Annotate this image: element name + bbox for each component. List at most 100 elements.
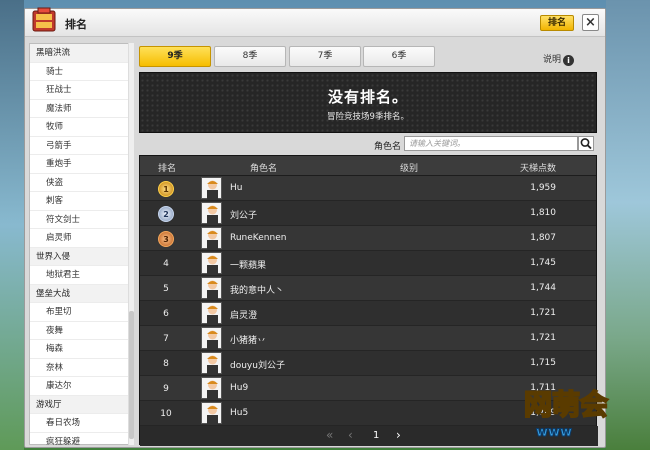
sidebar-item[interactable]: 梅森 (30, 340, 132, 359)
search-icon (580, 138, 592, 150)
character-name: Hu (230, 183, 243, 193)
table-row[interactable]: 5 我的意中人丶 1,744 (140, 276, 596, 301)
tab-season-9[interactable]: 9季 (139, 46, 211, 67)
avatar (201, 227, 222, 250)
character-name: 启灵澄 (230, 311, 258, 321)
sidebar-item[interactable]: 牧师 (30, 118, 132, 137)
table-row[interactable]: 1 Hu 1,959 (140, 176, 596, 201)
rank-number: 9 (163, 384, 169, 394)
next-page-icon[interactable]: › (396, 428, 401, 442)
help-label: 说明 (543, 55, 562, 65)
avatar (201, 302, 222, 325)
site-logo: 网萌会 www (520, 382, 640, 442)
ladder-score: 1,715 (530, 358, 556, 368)
sidebar-item[interactable]: 弓箭手 (30, 137, 132, 155)
sidebar-item[interactable]: 春日农场 (30, 414, 132, 433)
rank-number: 10 (160, 409, 172, 419)
character-name: RuneKennen (230, 233, 287, 243)
table-row[interactable]: 7 小猪猪丷 1,721 (140, 326, 596, 351)
sidebar-item[interactable]: 重炮手 (30, 155, 132, 174)
character-name: 小猪猪丷 (230, 336, 267, 346)
rank-number: 5 (163, 284, 169, 294)
ranking-shelf-icon (29, 5, 59, 35)
current-page[interactable]: 1 (373, 430, 379, 441)
prev-page-icon[interactable]: ‹ (348, 428, 353, 442)
ladder-score: 1,807 (530, 233, 556, 243)
sidebar-item[interactable]: 侠盗 (30, 174, 132, 192)
sidebar-item[interactable]: 游戏厅 (30, 395, 132, 414)
ladder-score: 1,959 (530, 183, 556, 193)
ladder-score: 1,745 (530, 258, 556, 268)
sidebar-item[interactable]: 夜舞 (30, 322, 132, 340)
sidebar-item[interactable]: 魔法师 (30, 100, 132, 118)
ladder-score: 1,810 (530, 208, 556, 218)
sidebar-item[interactable]: 黑暗洪流 (30, 44, 132, 63)
tab-season-7[interactable]: 7季 (289, 46, 361, 67)
sidebar-item[interactable]: 启灵师 (30, 229, 132, 248)
sidebar-item[interactable]: 刺客 (30, 192, 132, 211)
header-rank: 排名 (158, 164, 177, 174)
banner-title: 没有排名。 (327, 88, 408, 106)
ladder-score: 1,744 (530, 283, 556, 293)
background-left (0, 0, 24, 450)
table-row[interactable]: 6 启灵澄 1,721 (140, 301, 596, 326)
sidebar-item[interactable]: 狂战士 (30, 81, 132, 100)
character-name: Hu9 (230, 383, 249, 393)
rank-number: 6 (163, 309, 169, 319)
header-name: 角色名 (250, 164, 278, 174)
character-name: 刘公子 (230, 211, 258, 221)
search-input[interactable] (404, 136, 578, 151)
search-button[interactable] (578, 136, 594, 151)
help-link[interactable]: 说明 i (543, 52, 575, 66)
tab-season-8[interactable]: 8季 (214, 46, 286, 67)
ranking-button[interactable]: 排名 (540, 15, 574, 31)
avatar (201, 252, 222, 275)
avatar (201, 202, 222, 225)
rank-medal-icon: 3 (158, 231, 174, 247)
sidebar-item[interactable]: 康达尔 (30, 377, 132, 396)
avatar (201, 177, 222, 200)
tab-season-6[interactable]: 6季 (363, 46, 435, 67)
ladder-score: 1,721 (530, 333, 556, 343)
table-header: 排名 角色名 级别 天梯点数 (140, 156, 596, 176)
search-label: 角色名 (374, 142, 402, 152)
table-row[interactable]: 8 douyu刘公子 1,715 (140, 351, 596, 376)
first-page-icon[interactable]: « (326, 428, 333, 442)
character-name: douyu刘公子 (230, 361, 285, 371)
header-level: 级别 (400, 164, 419, 174)
titlebar: 排名 排名 × (25, 7, 605, 37)
sidebar-scroll-thumb[interactable] (129, 311, 134, 439)
table-row[interactable]: 4 一颗蘋果 1,745 (140, 251, 596, 276)
avatar (201, 327, 222, 350)
rank-number: 4 (163, 259, 169, 269)
table-row[interactable]: 2 刘公子 1,810 (140, 201, 596, 226)
character-name: 一颗蘋果 (230, 261, 267, 271)
ranking-window: 排名 排名 × 黑暗洪流 骑士 狂战士 魔法师 牧师 弓箭手 重炮手 侠盗 刺客 符文剑士 启灵师世… (24, 7, 606, 448)
avatar (201, 352, 222, 375)
banner-subtitle: 冒险竞技场9季排名。 (327, 112, 409, 122)
sidebar-item[interactable]: 骑士 (30, 63, 132, 81)
category-sidebar: 黑暗洪流 骑士 狂战士 魔法师 牧师 弓箭手 重炮手 侠盗 刺客 符文剑士 启灵师 世界入侵 地狱君主堡… (29, 43, 133, 447)
svg-text:网萌会: 网萌会 (524, 388, 608, 421)
character-name: 我的意中人丶 (230, 286, 285, 296)
sidebar-scrollbar[interactable] (128, 43, 134, 445)
avatar (201, 377, 222, 400)
close-button[interactable]: × (582, 14, 599, 31)
avatar (201, 402, 222, 425)
sidebar-item[interactable]: 奈林 (30, 359, 132, 377)
info-icon: i (563, 55, 575, 66)
close-icon: × (585, 15, 596, 30)
sidebar-item[interactable]: 疯狂躲避 (30, 433, 132, 450)
svg-text:www: www (536, 425, 572, 440)
no-ranking-banner: 没有排名。 冒险竞技场9季排名。 (139, 72, 597, 133)
table-row[interactable]: 3 RuneKennen 1,807 (140, 226, 596, 251)
sidebar-item[interactable]: 堡垒大战 (30, 284, 132, 303)
window-title: 排名 (65, 18, 87, 31)
sidebar-item[interactable]: 布里切 (30, 303, 132, 322)
sidebar-item[interactable]: 世界入侵 (30, 247, 132, 266)
search-bar: 角色名 (139, 133, 597, 155)
rank-number: 8 (163, 359, 169, 369)
sidebar-item[interactable]: 符文剑士 (30, 211, 132, 229)
rank-number: 7 (163, 334, 169, 344)
sidebar-item[interactable]: 地狱君主 (30, 266, 132, 285)
